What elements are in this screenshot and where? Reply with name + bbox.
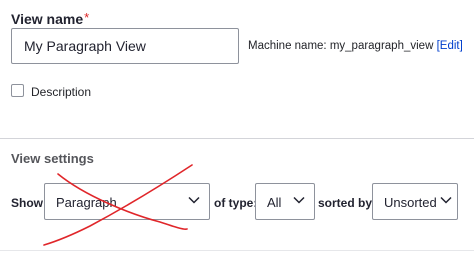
view-name-input[interactable] [11,28,239,64]
type-select[interactable]: All [255,183,315,220]
show-select-value: Paragraph [56,195,117,210]
machine-name-edit-link[interactable]: [Edit] [437,40,463,52]
sorted-select-value: Unsorted [384,195,437,210]
view-name-label-text: View name [11,11,84,27]
type-label: of type: [214,196,258,210]
sorted-label: sorted by: [318,196,377,210]
show-select[interactable]: Paragraph [44,183,210,220]
sorted-select[interactable]: Unsorted [372,183,458,220]
chevron-down-icon [293,196,305,204]
type-select-value: All [267,195,282,210]
machine-name: Machine name: my_paragraph_view [Edit] [248,40,463,52]
add-view-form: View name* Machine name: my_paragraph_vi… [0,0,474,263]
description-label: Description [31,85,92,99]
machine-name-text: Machine name: my_paragraph_view [248,40,437,52]
chevron-down-icon [440,196,452,204]
required-marker: * [84,10,90,25]
show-label: Show: [11,196,47,210]
view-settings-title: View settings [11,151,94,166]
section-bottom-border [0,250,474,251]
chevron-down-icon [188,196,200,204]
description-checkbox[interactable] [11,84,24,97]
view-name-label: View name* [11,10,90,27]
